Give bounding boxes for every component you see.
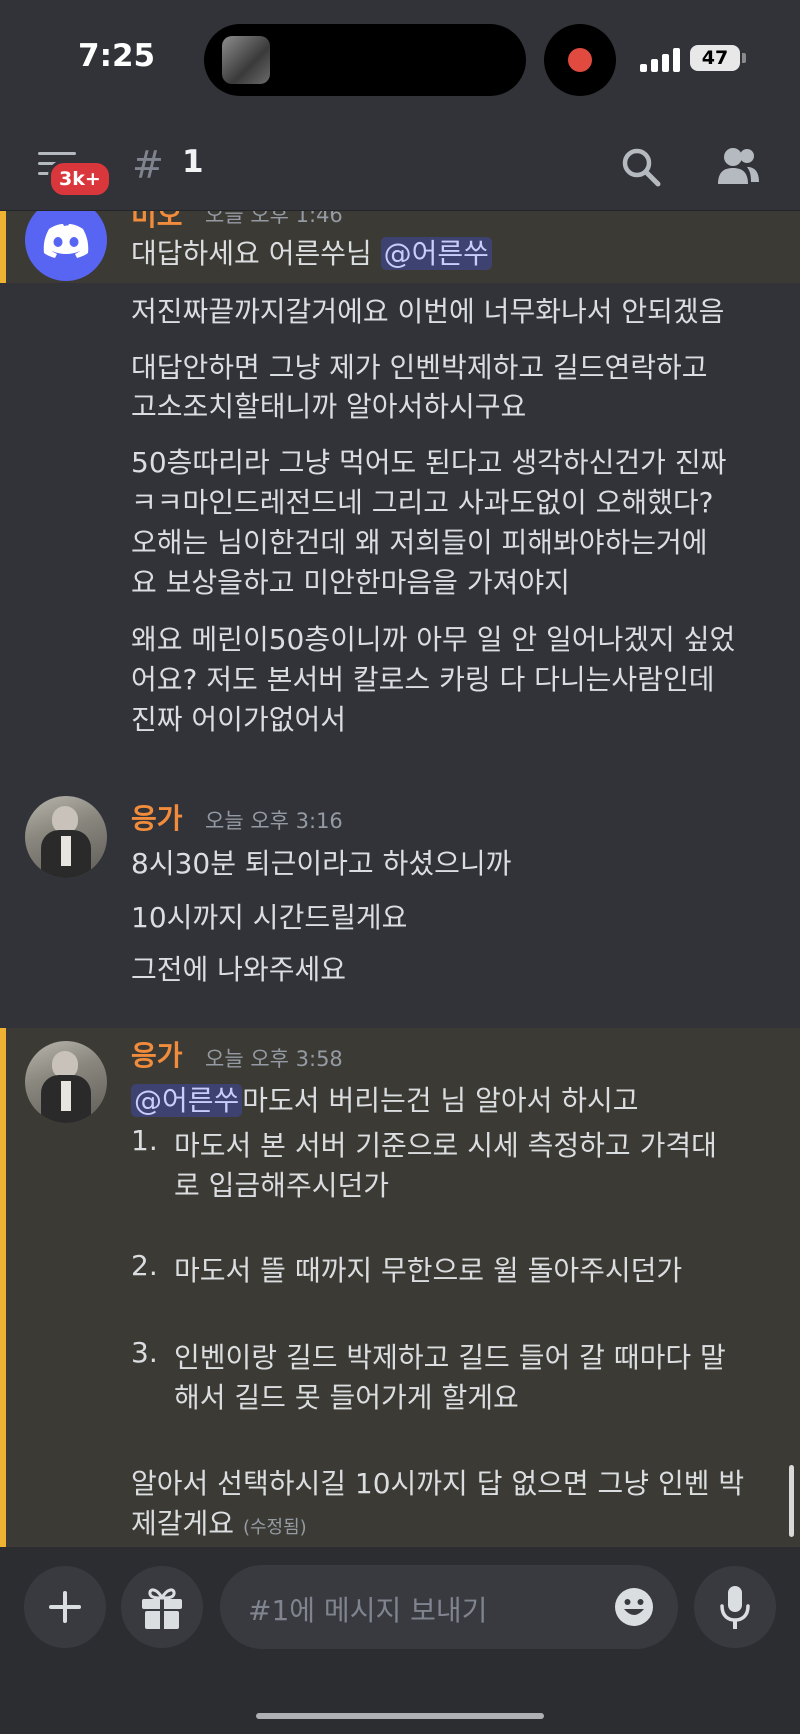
gift-button[interactable] <box>121 1566 203 1648</box>
message-line: 진짜 어이가없어서 <box>131 703 346 736</box>
user-mention[interactable]: @어른쑤 <box>131 1084 243 1117</box>
message-composer: #1에 메시지 보내기 <box>0 1547 800 1734</box>
message-line: ㅋㅋ마인드레전드네 그리고 사과도없이 오해했다? <box>131 486 714 519</box>
dynamic-island <box>204 24 526 96</box>
record-dot-icon <box>568 48 592 72</box>
avatar[interactable] <box>25 1041 107 1123</box>
message-line: 어요? 저도 본서버 칼로스 카링 다 다니는사람인데 <box>131 663 715 696</box>
battery-cap <box>742 53 746 63</box>
microphone-icon <box>720 1586 750 1629</box>
list-number: 2. <box>131 1249 158 1282</box>
message-timestamp: 오늘 오후 3:16 <box>205 809 343 833</box>
message-input[interactable]: #1에 메시지 보내기 <box>220 1565 678 1649</box>
message-line: 고소조치할태니까 알아서하시구요 <box>131 390 527 423</box>
channel-name[interactable]: 1 <box>182 144 204 180</box>
message-line: 그전에 나와주세요 <box>131 953 346 986</box>
message-author[interactable]: 미오 <box>131 211 183 234</box>
user-mention[interactable]: @어른쑤 <box>380 237 492 270</box>
gift-icon <box>142 1588 182 1629</box>
message-line: 대답하세요 어른쑤님 @어른쑤 <box>131 232 492 272</box>
avatar[interactable] <box>25 796 107 878</box>
message-line: 10시까지 시간드릴게요 <box>131 901 408 934</box>
message-line: 8시30분 퇴근이라고 하셨으니까 <box>131 847 512 880</box>
members-icon[interactable] <box>716 146 760 186</box>
plus-button[interactable] <box>24 1566 106 1648</box>
recording-indicator <box>544 24 616 96</box>
search-icon[interactable] <box>620 146 662 188</box>
channel-hash-icon: # <box>132 143 164 187</box>
home-indicator[interactable] <box>256 1713 544 1719</box>
edited-label: (수정됨) <box>242 1517 307 1538</box>
message-author[interactable]: 응가 <box>131 1034 183 1074</box>
message-line: 제갈게요 (수정됨) <box>131 1507 307 1540</box>
list-number: 1. <box>131 1124 158 1157</box>
message-line: @어른쑤 마도서 버리는건 님 알아서 하시고 <box>131 1079 639 1119</box>
list-item-line: 인벤이랑 길드 박제하고 길드 들어 갈 때마다 말 <box>174 1341 726 1374</box>
now-playing-thumbnail <box>222 36 270 84</box>
list-item-line: 해서 길드 못 들어가게 할게요 <box>174 1381 519 1414</box>
message-line: 왜요 메린이50층이니까 아무 일 안 일어나겠지 싶었 <box>131 623 736 656</box>
voice-message-button[interactable] <box>694 1566 776 1648</box>
channel-header: 3k+ # 1 <box>0 118 800 211</box>
message-line: 알아서 선택하시길 10시까지 답 없으면 그냥 인벤 박 <box>131 1467 745 1500</box>
message-author[interactable]: 응가 <box>131 797 183 837</box>
message-line: 요 보상을하고 미안한마음을 가져야지 <box>131 566 570 599</box>
message-line: 50층따리라 그냥 먹어도 된다고 생각하신건가 진짜 <box>131 446 727 479</box>
status-bar: 7:25 47 <box>0 0 800 118</box>
message-input-placeholder: #1에 메시지 보내기 <box>248 1594 488 1627</box>
list-item-line: 마도서 뜰 때까지 무한으로 윌 돌아주시던가 <box>174 1254 683 1287</box>
emoji-icon[interactable] <box>614 1587 654 1627</box>
message-timestamp: 오늘 오후 1:46 <box>205 211 343 227</box>
message-line: 오해는 님이한건데 왜 저희들이 피해봐야하는거에 <box>131 526 708 559</box>
unread-badge: 3k+ <box>48 160 112 198</box>
message-list[interactable]: 미오 오늘 오후 1:46 대답하세요 어른쑤님 @어른쑤 저진짜끝까지갈거에요… <box>0 211 800 1547</box>
message-line: 대답안하면 그냥 제가 인벤박제하고 길드연락하고 <box>131 351 708 384</box>
message-line: 저진짜끝까지갈거에요 이번에 너무화나서 안되겠음 <box>131 295 725 328</box>
message-scrollbar[interactable] <box>789 1465 794 1537</box>
status-time: 7:25 <box>78 38 156 74</box>
list-item-line: 로 입금해주시던가 <box>174 1169 389 1202</box>
list-number: 3. <box>131 1336 158 1369</box>
cellular-signal-icon <box>640 48 682 72</box>
list-item-line: 마도서 본 서버 기준으로 시세 측정하고 가격대 <box>174 1129 717 1162</box>
battery-icon: 47 <box>690 45 740 71</box>
message-timestamp: 오늘 오후 3:58 <box>205 1047 343 1071</box>
